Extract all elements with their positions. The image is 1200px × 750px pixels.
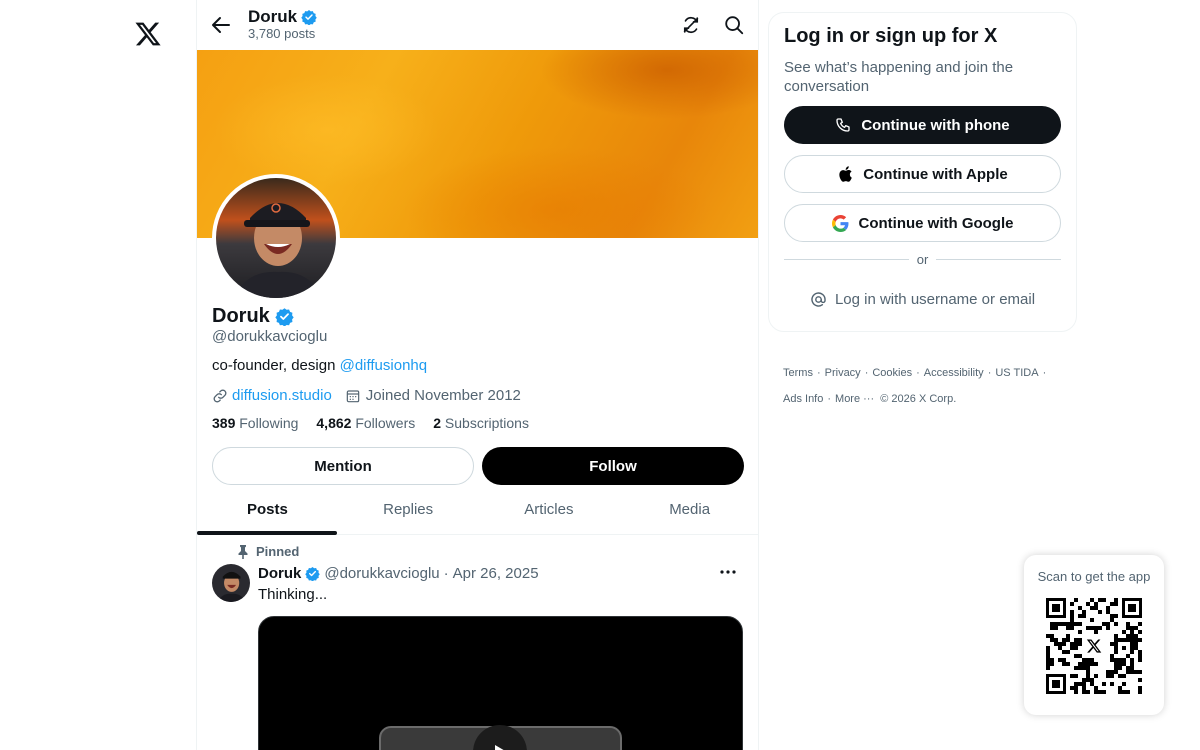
- profile-name-text: Doruk: [212, 305, 270, 327]
- header-name-text: Doruk: [248, 7, 298, 26]
- or-label: or: [916, 252, 929, 267]
- google-button-label: Continue with Google: [858, 214, 1014, 232]
- post-author-handle[interactable]: @dorukkavcioglu: [324, 565, 439, 582]
- play-icon: [495, 745, 504, 750]
- refresh-icon[interactable]: [680, 14, 702, 36]
- verified-badge-icon: [275, 308, 294, 326]
- verified-badge-icon: [305, 566, 321, 581]
- profile-avatar[interactable]: [212, 174, 340, 302]
- bio-mention-link[interactable]: @diffusionhq: [340, 357, 428, 374]
- footer-links: Terms · Privacy · Cookies · Accessibility · US T…: [783, 367, 1047, 405]
- post-date[interactable]: Apr 26, 2025: [453, 565, 539, 582]
- header-post-count: 3,780 posts: [248, 26, 316, 41]
- calendar-icon: [346, 389, 360, 402]
- post-author-name[interactable]: Doruk: [258, 565, 301, 582]
- pinned-indicator: Pinned: [237, 544, 299, 559]
- post-video[interactable]: [258, 616, 743, 750]
- signup-subtitle: See what’s happening and join the conver…: [784, 59, 1014, 95]
- left-nav: [0, 0, 197, 750]
- signup-card: Log in or sign up for X See what’s happe…: [768, 12, 1077, 332]
- tab-articles[interactable]: Articles: [479, 485, 620, 534]
- phone-icon: [836, 118, 851, 132]
- bio-text: co-founder, design: [212, 357, 340, 374]
- phone-button-label: Continue with phone: [861, 116, 1010, 134]
- login-username-link[interactable]: Log in with username or email: [784, 287, 1061, 311]
- qr-label: Scan to get the app: [1037, 569, 1151, 584]
- following-stat[interactable]: 389 Following: [212, 415, 298, 431]
- google-icon: [831, 214, 848, 232]
- login-username-label: Log in with username or email: [834, 290, 1036, 308]
- mention-button[interactable]: Mention: [212, 447, 474, 485]
- tab-media[interactable]: Media: [619, 485, 758, 534]
- profile-name: Doruk: [212, 305, 294, 328]
- website-link[interactable]: diffusion.studio: [232, 387, 332, 404]
- footer-ads-info-link[interactable]: Ads Info: [783, 393, 823, 405]
- followers-count: 4,862: [316, 415, 352, 431]
- continue-with-apple-button[interactable]: Continue with Apple: [784, 155, 1061, 193]
- search-icon[interactable]: [723, 14, 745, 36]
- continue-with-phone-button[interactable]: Continue with phone: [784, 106, 1061, 144]
- pin-icon: [238, 544, 248, 559]
- more-icon[interactable]: [717, 562, 739, 582]
- verified-badge-icon: [301, 10, 317, 25]
- profile-meta: diffusion.studio Joined November 2012: [212, 387, 521, 404]
- followers-stat[interactable]: 4,862 Followers: [316, 415, 415, 431]
- header-name: Doruk: [248, 7, 317, 27]
- profile-tabs: Posts Replies Articles Media: [197, 485, 758, 535]
- apple-button-label: Continue with Apple: [863, 165, 1008, 183]
- subscriptions-stat[interactable]: 2 Subscriptions: [433, 415, 529, 431]
- followers-label: Followers: [355, 415, 416, 431]
- footer-privacy-link[interactable]: Privacy: [825, 367, 861, 379]
- qr-code-icon: [1046, 598, 1142, 694]
- post-header: Doruk @dorukkavcioglu · Apr 26, 2025: [258, 565, 539, 582]
- joined-item: Joined November 2012: [345, 387, 521, 404]
- back-arrow-icon[interactable]: [209, 13, 233, 37]
- footer-copyright: © 2026 X Corp.: [880, 393, 957, 405]
- tab-replies[interactable]: Replies: [338, 485, 479, 534]
- footer-more-link[interactable]: More ···: [835, 393, 874, 405]
- apple-icon: [839, 166, 853, 182]
- footer-terms-link[interactable]: Terms: [783, 367, 813, 379]
- link-icon: [213, 389, 227, 402]
- subscriptions-count: 2: [433, 415, 442, 431]
- post-separator: ·: [443, 565, 449, 582]
- pinned-label: Pinned: [256, 544, 300, 559]
- post-author-avatar[interactable]: [212, 564, 250, 602]
- profile-stats: 389 Following 4,862 Followers 2 Subscrip…: [212, 415, 529, 431]
- footer-tida-link[interactable]: US TIDA: [995, 367, 1038, 379]
- x-logo-icon[interactable]: [134, 20, 162, 48]
- or-divider: or: [784, 252, 1061, 267]
- at-icon: [811, 291, 826, 307]
- tab-posts[interactable]: Posts: [197, 485, 338, 535]
- continue-with-google-button[interactable]: Continue with Google: [784, 204, 1061, 242]
- signup-title: Log in or sign up for X: [784, 25, 998, 47]
- following-count: 389: [212, 415, 236, 431]
- profile-handle: @dorukkavcioglu: [212, 328, 328, 345]
- post-text: Thinking...: [258, 586, 328, 603]
- website-item: diffusion.studio: [212, 387, 332, 404]
- top-bar: Doruk 3,780 posts: [197, 0, 758, 50]
- subscriptions-label: Subscriptions: [444, 415, 529, 431]
- joined-date: Joined November 2012: [365, 387, 521, 404]
- profile-bio: co-founder, design @diffusionhq: [212, 357, 427, 374]
- following-label: Following: [239, 415, 299, 431]
- qr-popup[interactable]: Scan to get the app: [1024, 555, 1164, 715]
- profile-column: Doruk 3,780 posts Doruk @dorukkavcioglu …: [196, 0, 759, 750]
- footer-accessibility-link[interactable]: Accessibility: [924, 367, 984, 379]
- follow-button[interactable]: Follow: [482, 447, 744, 485]
- footer-cookies-link[interactable]: Cookies: [872, 367, 912, 379]
